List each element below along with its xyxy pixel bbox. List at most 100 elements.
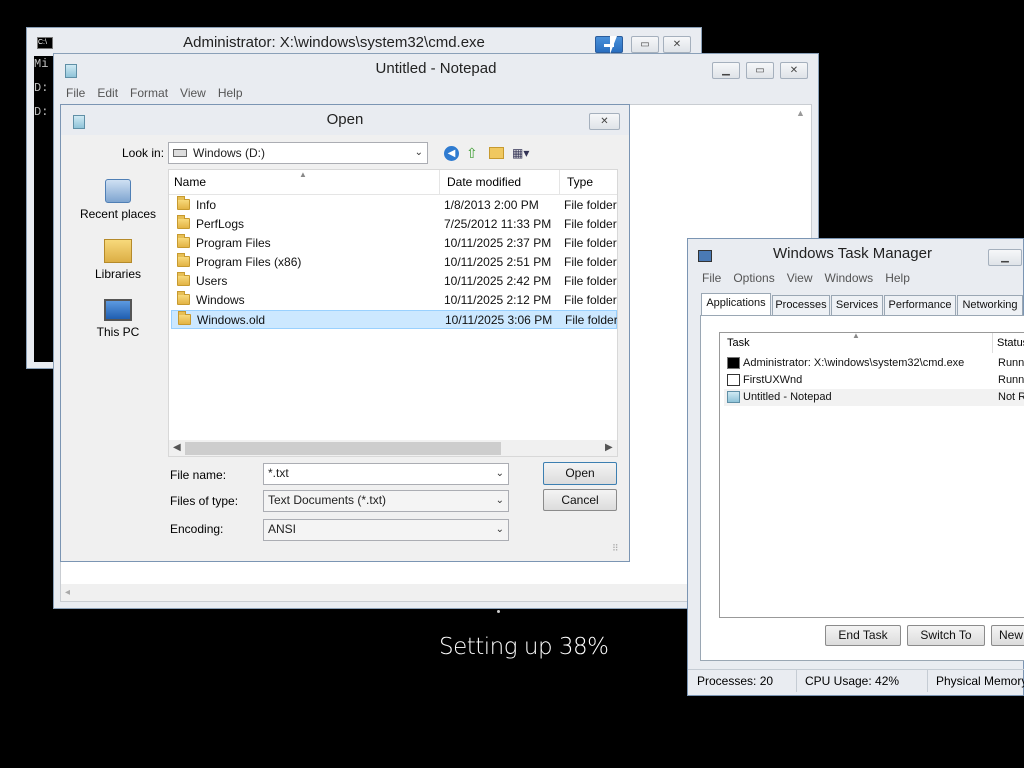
task-status: Runni [998,374,1024,386]
open-titlebar[interactable]: Open [61,105,629,135]
folder-icon [177,215,190,229]
recent-places-label: Recent places [79,207,157,221]
column-date-modified[interactable]: Date modified [439,170,521,195]
open-title: Open [326,111,364,128]
notepad-maximize-button[interactable]: ▭ [746,62,774,79]
open-button[interactable]: Open [543,462,617,485]
files-of-type-select[interactable]: Text Documents (*.txt) ⌄ [263,490,509,512]
scroll-right-icon[interactable]: ▶ [605,442,613,453]
tm-menu-windows[interactable]: Windows [819,267,880,289]
file-date-cell: 7/25/2012 11:33 PM [444,217,552,231]
tab-applications[interactable]: Applications [701,293,771,315]
new-task-button[interactable]: New [991,625,1024,646]
file-name-value: *.txt [268,466,289,480]
tm-menu-options[interactable]: Options [727,267,780,289]
cancel-button[interactable]: Cancel [543,489,617,511]
libraries-item[interactable]: Libraries [76,239,160,281]
file-name-text: Program Files (x86) [196,255,302,269]
notepad-titlebar[interactable]: Untitled - Notepad [54,54,818,84]
file-row[interactable]: Windows.old 10/11/2025 3:06 PM File folder [171,310,617,329]
encoding-value: ANSI [268,522,297,536]
task-row[interactable]: Administrator: X:\windows\system32\cmd.e… [724,355,1024,372]
end-task-button[interactable]: End Task [825,625,901,646]
back-icon[interactable]: ◀ [444,146,459,161]
open-dialog[interactable]: Open ✕ Look in: Windows (D:) ⌄ ◀ ⇧ ▦▾ Re… [60,104,630,562]
file-row[interactable]: Program Files 10/11/2025 2:37 PM File fold… [171,234,617,253]
notepad-close-button[interactable]: ✕ [780,62,808,79]
tab-processes[interactable]: Processes [772,295,830,315]
column-task[interactable]: Task [727,333,750,353]
task-manager-icon [698,250,712,262]
encoding-select[interactable]: ANSI ⌄ [263,519,509,541]
file-type-cell: File folder [565,313,618,327]
tab-networking[interactable]: Networking [957,295,1023,315]
task-manager-minimize-button[interactable]: ▁ [988,249,1022,266]
open-close-button[interactable]: ✕ [589,113,620,130]
file-row[interactable]: PerfLogs 7/25/2012 11:33 PM File folder [171,215,617,234]
applications-panel: Task ▲ Status Administrator: X:\windows\… [700,315,1024,661]
task-row[interactable]: FirstUXWnd Runni [724,372,1024,389]
view-menu-icon[interactable]: ▦▾ [512,146,529,160]
status-cpu: CPU Usage: 42% [796,670,899,692]
file-name-input[interactable]: *.txt ⌄ [263,463,509,485]
notepad-scroll-up-icon[interactable]: ▲ [796,108,805,118]
task-manager-titlebar[interactable]: Windows Task Manager [688,239,1023,269]
sort-up-icon: ▲ [852,331,860,340]
look-in-select[interactable]: Windows (D:) ⌄ [168,142,428,164]
scroll-thumb[interactable] [185,442,501,455]
file-name-cell: Windows [177,291,437,310]
task-manager-window[interactable]: Windows Task Manager ▁ File Options View Wi… [687,238,1024,696]
new-folder-icon[interactable] [489,147,504,159]
task-list[interactable]: Task ▲ Status Administrator: X:\windows\… [719,331,1024,618]
up-folder-icon[interactable]: ⇧ [466,145,478,162]
tm-menu-file[interactable]: File [696,267,727,289]
tab-performance[interactable]: Performance [884,295,956,315]
column-status[interactable]: Status [992,333,1024,353]
scroll-left-icon[interactable]: ◀ [173,442,181,453]
folder-icon [178,311,191,325]
menu-file[interactable]: File [60,82,91,104]
file-list[interactable]: Name ▲ Date modified Type Info 1/8/2013 2… [168,169,618,457]
notepad-hscrollbar[interactable]: ◂ [61,584,696,601]
task-manager-title: Windows Task Manager [773,245,932,262]
file-row[interactable]: Users 10/11/2025 2:42 PM File folder [171,272,617,291]
tab-services[interactable]: Services [831,295,883,315]
this-pc-item[interactable]: This PC [76,299,160,339]
file-row[interactable]: Program Files (x86) 10/11/2025 2:51 PM Fil… [171,253,617,272]
status-processes: Processes: 20 [697,674,774,688]
task-name: Administrator: X:\windows\system32\cmd.e… [743,357,965,369]
file-name-text: Windows.old [197,313,266,327]
file-name-text: PerfLogs [196,217,245,231]
cmd-maximize-button[interactable]: ▭ [631,36,659,53]
libraries-label: Libraries [94,267,142,281]
file-row[interactable]: Info 1/8/2013 2:00 PM File folder [171,196,617,215]
file-name-text: Users [196,274,228,288]
menu-help[interactable]: Help [212,82,249,104]
recent-places-item[interactable]: Recent places [76,179,160,221]
status-bar: Processes: 20 CPU Usage: 42% Physical Me… [688,669,1024,692]
cmd-close-button[interactable]: ✕ [663,36,691,53]
cmd-minimize-button[interactable]: ▬ [595,36,623,53]
menu-edit[interactable]: Edit [91,82,124,104]
resize-grip-icon[interactable]: ⠿ [612,543,619,554]
notepad-title: Untitled - Notepad [375,60,497,77]
tm-menu-help[interactable]: Help [879,267,916,289]
chevron-down-icon[interactable]: ⌄ [496,464,504,483]
file-row[interactable]: Windows 10/11/2025 2:12 PM File folder [171,291,617,310]
menu-format[interactable]: Format [124,82,174,104]
file-type-cell: File folder [564,198,617,212]
menu-view[interactable]: View [174,82,212,104]
horizontal-scrollbar[interactable]: ◀ ▶ [169,440,617,456]
switch-to-button[interactable]: Switch To [907,625,985,646]
file-date-cell: 10/11/2025 2:51 PM [444,255,552,269]
notepad-minimize-button[interactable]: ▁ [712,62,740,79]
tm-menu-view[interactable]: View [781,267,819,289]
column-name[interactable]: Name [174,170,206,195]
task-row[interactable]: Untitled - Notepad Not R [724,389,1024,406]
task-status: Not R [998,391,1024,403]
file-rows: Info 1/8/2013 2:00 PM File folder PerfLogs 7… [171,196,617,436]
file-date-cell: 10/11/2025 2:42 PM [444,274,552,288]
column-type[interactable]: Type [559,170,593,195]
look-in-label: Look in: [122,146,165,160]
places-bar: Recent places Libraries This PC [76,171,160,351]
